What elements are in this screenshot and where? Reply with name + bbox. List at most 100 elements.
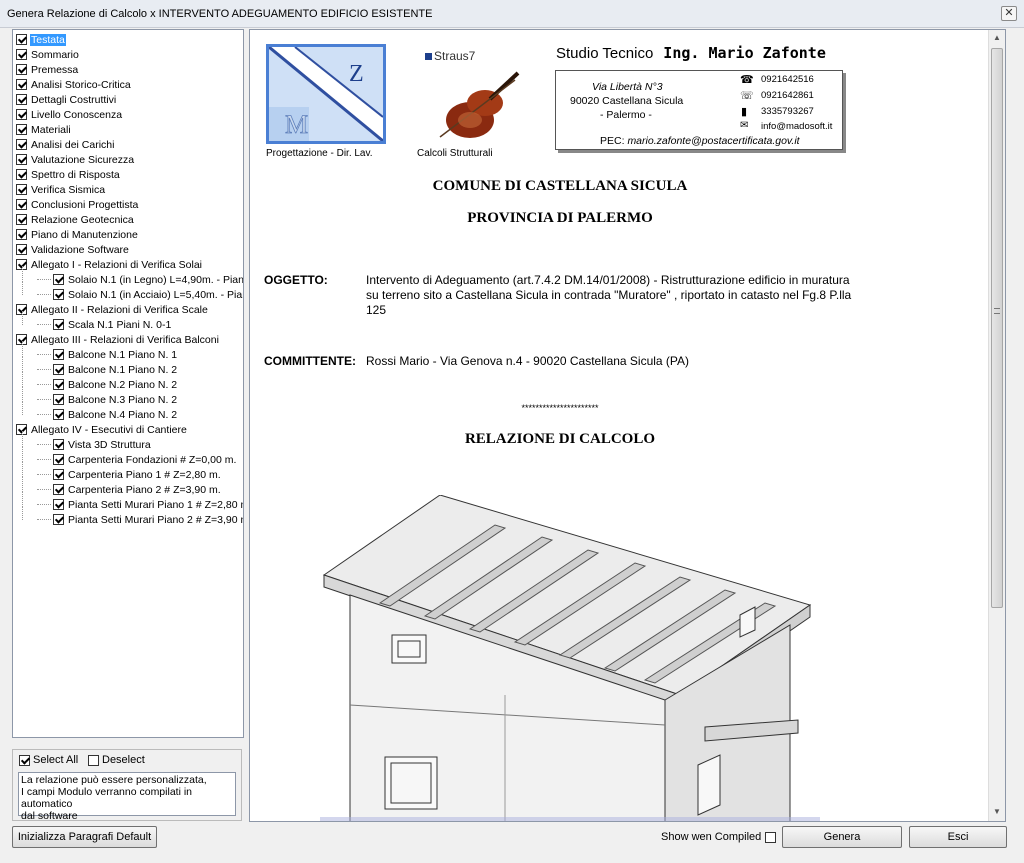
tree-item[interactable]: Balcone N.1 Piano N. 2 bbox=[53, 362, 178, 377]
scroll-thumb[interactable] bbox=[991, 48, 1003, 608]
tree-item[interactable]: Carpenteria Piano 1 # Z=2,80 m. bbox=[53, 467, 222, 482]
tree-item-label[interactable]: Piano di Manutenzione bbox=[30, 229, 139, 241]
tree-item-label[interactable]: Verifica Sismica bbox=[30, 184, 106, 196]
tree-item-label[interactable]: Balcone N.1 Piano N. 1 bbox=[67, 349, 178, 361]
tree-item-checkbox[interactable] bbox=[53, 499, 64, 510]
scroll-down-icon[interactable]: ▼ bbox=[989, 804, 1005, 820]
tree-item-label[interactable]: Solaio N.1 (in Legno) L=4,90m. - Piano I bbox=[67, 274, 243, 286]
show-compiled-checkbox[interactable] bbox=[765, 831, 777, 843]
tree-item-checkbox[interactable] bbox=[16, 169, 27, 180]
tree-item-checkbox[interactable] bbox=[16, 34, 27, 45]
tree-item[interactable]: Vista 3D Struttura bbox=[53, 437, 152, 452]
tree-item-checkbox[interactable] bbox=[16, 139, 27, 150]
tree-item[interactable]: Carpenteria Fondazioni # Z=0,00 m. bbox=[53, 452, 237, 467]
tree-item-label[interactable]: Carpenteria Piano 1 # Z=2,80 m. bbox=[67, 469, 222, 481]
tree-item-checkbox[interactable] bbox=[16, 49, 27, 60]
tree-item[interactable]: Validazione Software bbox=[16, 242, 130, 257]
tree-item-checkbox[interactable] bbox=[16, 64, 27, 75]
tree-item-label[interactable]: Analisi Storico-Critica bbox=[30, 79, 132, 91]
tree-item-checkbox[interactable] bbox=[53, 319, 64, 330]
tree-item-checkbox[interactable] bbox=[16, 184, 27, 195]
tree-item-label[interactable]: Balcone N.3 Piano N. 2 bbox=[67, 394, 178, 406]
tree-item-checkbox[interactable] bbox=[16, 154, 27, 165]
tree-item[interactable]: Solaio N.1 (in Acciaio) L=5,40m. - Piano bbox=[53, 287, 243, 302]
tree-item[interactable]: Scala N.1 Piani N. 0-1 bbox=[53, 317, 172, 332]
tree-item-checkbox[interactable] bbox=[53, 514, 64, 525]
info-textbox[interactable]: La relazione può essere personalizzata, … bbox=[18, 772, 236, 822]
tree-item-label[interactable]: Pianta Setti Murari Piano 2 # Z=3,90 m. bbox=[67, 514, 243, 526]
tree-item-label[interactable]: Relazione Geotecnica bbox=[30, 214, 135, 226]
tree-item-label[interactable]: Solaio N.1 (in Acciaio) L=5,40m. - Piano bbox=[67, 289, 243, 301]
tree-item-checkbox[interactable] bbox=[53, 379, 64, 390]
tree-item-checkbox[interactable] bbox=[16, 199, 27, 210]
tree-item-label[interactable]: Pianta Setti Murari Piano 1 # Z=2,80 m. bbox=[67, 499, 243, 511]
tree-item-label[interactable]: Balcone N.1 Piano N. 2 bbox=[67, 364, 178, 376]
tree-item-label[interactable]: Dettagli Costruttivi bbox=[30, 94, 117, 106]
tree-item-checkbox[interactable] bbox=[53, 349, 64, 360]
tree-item-checkbox[interactable] bbox=[16, 94, 27, 105]
tree-item-checkbox[interactable] bbox=[16, 124, 27, 135]
tree-item[interactable]: Materiali bbox=[16, 122, 72, 137]
tree-item-checkbox[interactable] bbox=[53, 409, 64, 420]
tree-item[interactable]: Allegato I - Relazioni di Verifica Solai bbox=[16, 257, 203, 272]
tree-item[interactable]: Spettro di Risposta bbox=[16, 167, 121, 182]
tree-item[interactable]: Carpenteria Piano 2 # Z=3,90 m. bbox=[53, 482, 222, 497]
tree-item-label[interactable]: Materiali bbox=[30, 124, 72, 136]
tree-item[interactable]: Allegato IV - Esecutivi di Cantiere bbox=[16, 422, 188, 437]
tree-item[interactable]: Conclusioni Progettista bbox=[16, 197, 139, 212]
tree-item[interactable]: Pianta Setti Murari Piano 2 # Z=3,90 m. bbox=[53, 512, 243, 527]
tree-item-label[interactable]: Scala N.1 Piani N. 0-1 bbox=[67, 319, 172, 331]
select-all-option[interactable]: Select All bbox=[19, 754, 78, 766]
tree-item[interactable]: Balcone N.2 Piano N. 2 bbox=[53, 377, 178, 392]
tree-item-label[interactable]: Analisi dei Carichi bbox=[30, 139, 115, 151]
tree-item-checkbox[interactable] bbox=[53, 439, 64, 450]
tree-item-label[interactable]: Spettro di Risposta bbox=[30, 169, 121, 181]
tree-item-checkbox[interactable] bbox=[53, 394, 64, 405]
tree-item-label[interactable]: Balcone N.4 Piano N. 2 bbox=[67, 409, 178, 421]
tree-item-checkbox[interactable] bbox=[53, 484, 64, 495]
close-icon[interactable]: ✕ bbox=[1001, 6, 1017, 21]
tree-item[interactable]: Allegato III - Relazioni di Verifica Bal… bbox=[16, 332, 220, 347]
tree-item[interactable]: Solaio N.1 (in Legno) L=4,90m. - Piano I bbox=[53, 272, 243, 287]
tree-item-label[interactable]: Carpenteria Fondazioni # Z=0,00 m. bbox=[67, 454, 237, 466]
tree-item[interactable]: Balcone N.3 Piano N. 2 bbox=[53, 392, 178, 407]
tree-item[interactable]: Allegato II - Relazioni di Verifica Scal… bbox=[16, 302, 209, 317]
tree-item-checkbox[interactable] bbox=[16, 244, 27, 255]
genera-button[interactable]: Genera bbox=[782, 826, 902, 848]
tree-item-label[interactable]: Validazione Software bbox=[30, 244, 130, 256]
tree-item-label[interactable]: Conclusioni Progettista bbox=[30, 199, 139, 211]
tree-item-label[interactable]: Balcone N.2 Piano N. 2 bbox=[67, 379, 178, 391]
tree-item[interactable]: Valutazione Sicurezza bbox=[16, 152, 135, 167]
tree-item-checkbox[interactable] bbox=[53, 274, 64, 285]
tree-item-label[interactable]: Allegato II - Relazioni di Verifica Scal… bbox=[30, 304, 209, 316]
tree-item-label[interactable]: Vista 3D Struttura bbox=[67, 439, 152, 451]
tree-item[interactable]: Analisi dei Carichi bbox=[16, 137, 115, 152]
tree-item-label[interactable]: Livello Conoscenza bbox=[30, 109, 123, 121]
scroll-up-icon[interactable]: ▲ bbox=[989, 30, 1005, 46]
tree-item-label[interactable]: Carpenteria Piano 2 # Z=3,90 m. bbox=[67, 484, 222, 496]
tree-item-label[interactable]: Allegato III - Relazioni di Verifica Bal… bbox=[30, 334, 220, 346]
tree-item-label[interactable]: Allegato I - Relazioni di Verifica Solai bbox=[30, 259, 203, 271]
tree-item-checkbox[interactable] bbox=[16, 214, 27, 225]
tree-item-label[interactable]: Testata bbox=[30, 33, 66, 46]
section-tree[interactable]: Testata Sommario Premessa Analisi Storico-C… bbox=[12, 29, 244, 738]
tree-item-label[interactable]: Allegato IV - Esecutivi di Cantiere bbox=[30, 424, 188, 436]
tree-item[interactable]: Testata bbox=[16, 32, 66, 47]
tree-item[interactable]: Pianta Setti Murari Piano 1 # Z=2,80 m. bbox=[53, 497, 243, 512]
show-compiled-option[interactable]: Show wen Compiled bbox=[661, 831, 779, 843]
document-viewer[interactable]: Z M Progettazione - Dir. Lav. Straus7 Ca… bbox=[249, 29, 1006, 822]
tree-item[interactable]: Verifica Sismica bbox=[16, 182, 106, 197]
tree-item-checkbox[interactable] bbox=[16, 229, 27, 240]
vertical-scrollbar[interactable]: ▲ ▼ bbox=[988, 30, 1005, 821]
tree-item-label[interactable]: Premessa bbox=[30, 64, 79, 76]
tree-item-checkbox[interactable] bbox=[53, 454, 64, 465]
tree-item[interactable]: Relazione Geotecnica bbox=[16, 212, 135, 227]
tree-item-label[interactable]: Sommario bbox=[30, 49, 80, 61]
tree-item[interactable]: Piano di Manutenzione bbox=[16, 227, 139, 242]
init-default-button[interactable]: Inizializza Paragrafi Default bbox=[12, 826, 157, 848]
tree-item-checkbox[interactable] bbox=[53, 289, 64, 300]
tree-item[interactable]: Balcone N.4 Piano N. 2 bbox=[53, 407, 178, 422]
tree-item-checkbox[interactable] bbox=[53, 364, 64, 375]
deselect-checkbox[interactable] bbox=[88, 754, 99, 766]
tree-item-checkbox[interactable] bbox=[16, 109, 27, 120]
